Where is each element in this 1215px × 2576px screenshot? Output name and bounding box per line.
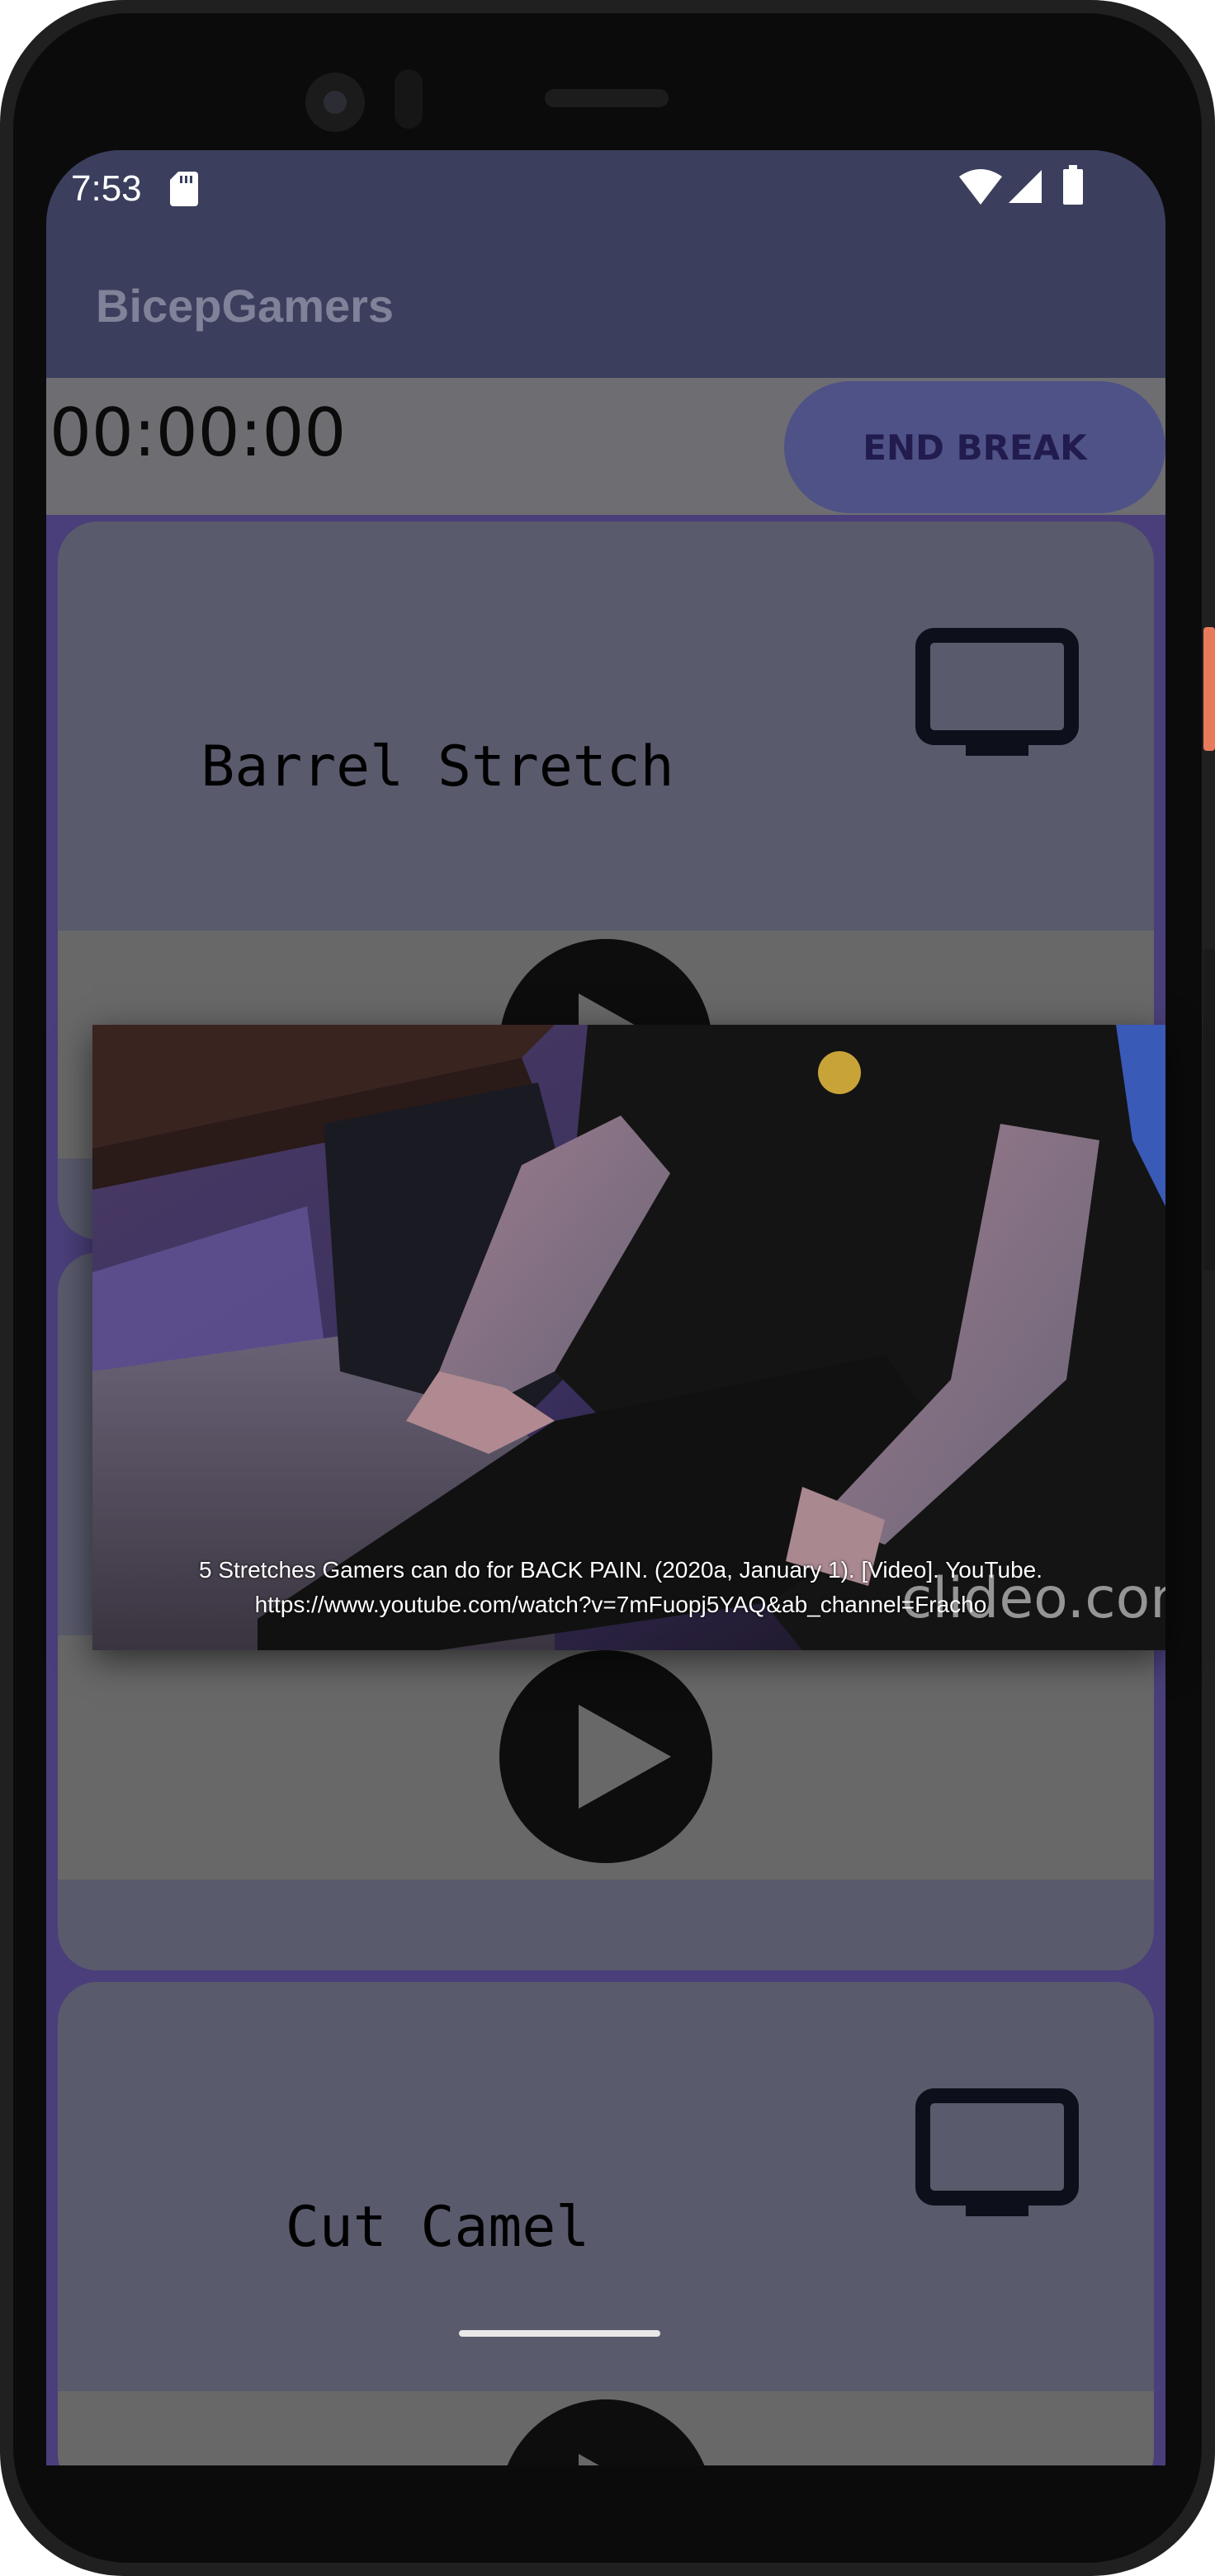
exercise-title: Cut Camel — [285, 2195, 590, 2260]
video-player-area — [58, 1635, 1154, 1880]
exercise-card: Cut Camel — [58, 1982, 1154, 2465]
status-time: 7:53 — [71, 168, 142, 209]
play-button[interactable] — [499, 1650, 712, 1863]
proximity-sensor — [395, 69, 423, 129]
break-timer: 00:00:00 — [50, 394, 347, 471]
video-player-area — [58, 2391, 1154, 2465]
cellular-signal-icon — [1009, 170, 1042, 203]
timer-row: 00:00:00 END BREAK — [46, 378, 1165, 515]
home-gesture-bar[interactable] — [459, 2330, 660, 2337]
watermark: clideo.com — [901, 1566, 1165, 1631]
app-bar: BicepGamers — [46, 229, 1165, 378]
sd-card-icon — [170, 172, 198, 206]
wifi-icon — [959, 169, 1002, 205]
exercise-title: Barrel Stretch — [201, 734, 674, 800]
video-popup[interactable]: 5 Stretches Gamers can do for BACK PAIN.… — [92, 1025, 1165, 1650]
earpiece-speaker — [545, 89, 669, 107]
tv-icon[interactable] — [915, 627, 1080, 759]
app-title: BicepGamers — [96, 280, 395, 332]
power-button — [1203, 627, 1215, 751]
battery-icon — [1063, 165, 1083, 205]
phone-frame: 7:53 BicepGamers 00:00:00 END BREAK Barr… — [0, 0, 1215, 2576]
front-camera — [305, 73, 365, 132]
status-bar: 7:53 — [46, 150, 1165, 229]
tv-icon[interactable] — [915, 2088, 1080, 2220]
end-break-button[interactable]: END BREAK — [784, 381, 1165, 513]
play-button[interactable] — [499, 2399, 712, 2465]
volume-button — [1203, 949, 1215, 1271]
